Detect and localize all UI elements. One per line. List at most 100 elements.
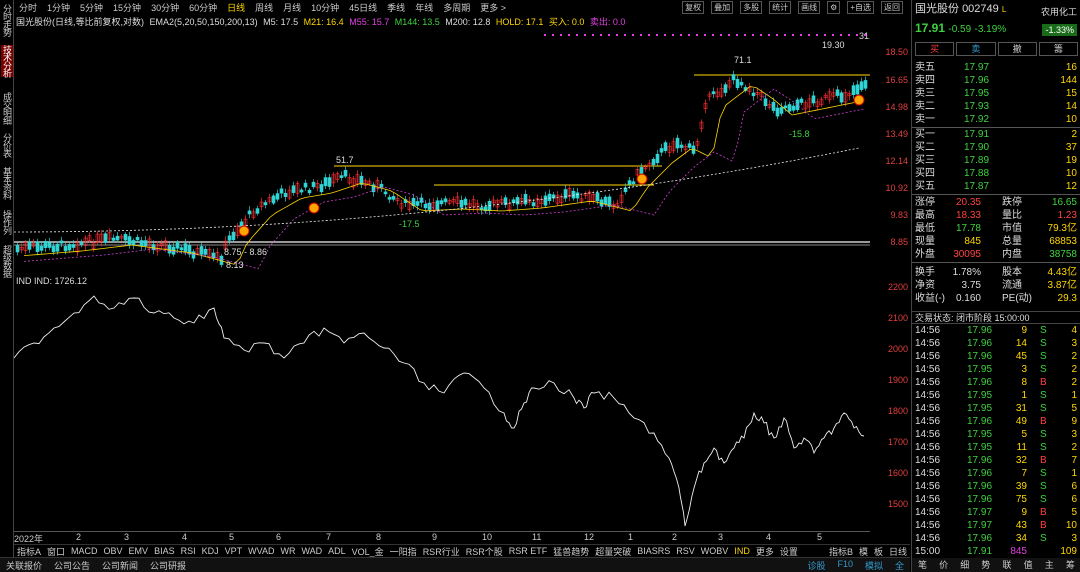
trade-btn-1[interactable]: 卖 bbox=[956, 42, 996, 56]
ind-tab-2[interactable]: MACD bbox=[71, 546, 98, 556]
tool-3[interactable]: 统计 bbox=[769, 1, 792, 14]
period-8[interactable]: 月线 bbox=[283, 1, 301, 14]
ind-tab-24[interactable]: 更多 bbox=[756, 545, 774, 558]
bid-row[interactable]: 买五 17.87 12 bbox=[912, 181, 1080, 193]
news-right-3[interactable]: 全 bbox=[895, 559, 904, 572]
tool-2[interactable]: 多股 bbox=[740, 1, 763, 14]
ind-tab-12[interactable]: ADL bbox=[328, 546, 346, 556]
period-4[interactable]: 30分钟 bbox=[151, 1, 179, 14]
signal-dot bbox=[752, 34, 754, 36]
left-tab-5[interactable]: 操作列 bbox=[1, 210, 13, 234]
panel-tab-1[interactable]: 价 bbox=[933, 558, 954, 572]
ind-tab-9[interactable]: WVAD bbox=[248, 546, 274, 556]
ask-row[interactable]: 卖一 17.92 10 bbox=[912, 114, 1080, 126]
signal-marker[interactable] bbox=[853, 94, 865, 106]
tool-7[interactable]: 返回 bbox=[881, 1, 903, 14]
ind-tab-22[interactable]: WOBV bbox=[701, 546, 729, 556]
news-right-2[interactable]: 模拟 bbox=[865, 559, 883, 572]
bid-row[interactable]: 买一 17.91 2 bbox=[912, 129, 1080, 141]
period-5[interactable]: 60分钟 bbox=[189, 1, 217, 14]
tool-4[interactable]: 画线 bbox=[798, 1, 821, 14]
ind-tab-13[interactable]: VOL_金 bbox=[352, 545, 384, 558]
ind-tab-19[interactable]: 超量突破 bbox=[595, 545, 631, 558]
ind-tab-8[interactable]: VPT bbox=[225, 546, 243, 556]
ind-tab-6[interactable]: RSI bbox=[181, 546, 196, 556]
ind-tab-11[interactable]: WAD bbox=[301, 546, 322, 556]
left-tab-4[interactable]: 基本资料 bbox=[1, 167, 13, 199]
bid-row[interactable]: 买四 17.88 10 bbox=[912, 168, 1080, 180]
tick-row: 14:56 17.95 31 S 5 bbox=[915, 403, 1077, 414]
period-3[interactable]: 15分钟 bbox=[113, 1, 141, 14]
period-2[interactable]: 5分钟 bbox=[80, 1, 103, 14]
tool-5[interactable]: ⚙ bbox=[827, 1, 841, 14]
ind-tab-14[interactable]: 一阳指 bbox=[390, 545, 417, 558]
panel-tab-5[interactable]: 值 bbox=[1018, 558, 1039, 572]
ind-tab-16[interactable]: RSR个股 bbox=[466, 545, 503, 558]
panel-tab-0[interactable]: 笔 bbox=[912, 558, 933, 572]
ind-tab-17[interactable]: RSR ETF bbox=[509, 546, 548, 556]
ask-row[interactable]: 卖三 17.95 15 bbox=[912, 88, 1080, 100]
ind-tab-15[interactable]: RSR行业 bbox=[423, 545, 460, 558]
tool-6[interactable]: +自选 bbox=[847, 1, 874, 14]
panel-tab-7[interactable]: 筹 bbox=[1060, 558, 1080, 572]
ind-tab-5[interactable]: BIAS bbox=[154, 546, 175, 556]
panel-tab-2[interactable]: 细 bbox=[954, 558, 975, 572]
news-right-1[interactable]: F10 bbox=[837, 559, 853, 572]
tool-1[interactable]: 叠加 bbox=[711, 1, 734, 14]
candle bbox=[143, 240, 148, 247]
ind-tab-20[interactable]: BIASRS bbox=[637, 546, 670, 556]
panel-tab-6[interactable]: 主 bbox=[1039, 558, 1060, 572]
period-7[interactable]: 周线 bbox=[255, 1, 273, 14]
trade-btn-2[interactable]: 撤 bbox=[997, 42, 1037, 56]
period-10[interactable]: 45日线 bbox=[349, 1, 377, 14]
panel-tab-4[interactable]: 联 bbox=[997, 558, 1018, 572]
ind-right-0[interactable]: 指标B bbox=[829, 545, 853, 558]
period-9[interactable]: 10分钟 bbox=[311, 1, 339, 14]
trade-btn-3[interactable]: 籌 bbox=[1038, 42, 1078, 56]
left-tab-0[interactable]: 分时走势 bbox=[1, 4, 13, 36]
ind-tab-25[interactable]: 设置 bbox=[780, 545, 798, 558]
period-6[interactable]: 日线 bbox=[227, 1, 245, 14]
signal-marker[interactable] bbox=[636, 173, 648, 185]
period-12[interactable]: 年线 bbox=[415, 1, 433, 14]
ask-row[interactable]: 卖二 17.93 14 bbox=[912, 101, 1080, 113]
period-14[interactable]: 更多 > bbox=[480, 1, 506, 14]
ask-row[interactable]: 卖四 17.96 144 bbox=[912, 75, 1080, 87]
ind-tab-3[interactable]: OBV bbox=[104, 546, 123, 556]
ask-row[interactable]: 卖五 17.97 16 bbox=[912, 62, 1080, 74]
ind-tab-4[interactable]: EMV bbox=[129, 546, 149, 556]
news-right-0[interactable]: 诊股 bbox=[807, 559, 825, 572]
news-tab-2[interactable]: 公司新闻 bbox=[102, 559, 138, 572]
bid-row[interactable]: 买二 17.90 37 bbox=[912, 142, 1080, 154]
tool-0[interactable]: 复权 bbox=[682, 1, 705, 14]
period-0[interactable]: 分时 bbox=[19, 1, 37, 14]
ind-right-1[interactable]: 模 bbox=[859, 545, 868, 558]
period-1[interactable]: 1分钟 bbox=[47, 1, 70, 14]
ind-tab-1[interactable]: 窗口 bbox=[47, 545, 65, 558]
bid-row[interactable]: 买三 17.89 19 bbox=[912, 155, 1080, 167]
ind-tab-10[interactable]: WR bbox=[280, 546, 295, 556]
ind-right-3[interactable]: 日线 bbox=[889, 545, 907, 558]
period-11[interactable]: 季线 bbox=[387, 1, 405, 14]
signal-marker[interactable] bbox=[308, 202, 320, 214]
news-tab-0[interactable]: 关联报价 bbox=[6, 559, 42, 572]
sector-name[interactable]: 农用化工 bbox=[1041, 6, 1077, 18]
ind-tab-0[interactable]: 指标A bbox=[17, 545, 41, 558]
left-tab-1[interactable]: 技术分析 bbox=[1, 45, 13, 77]
period-13[interactable]: 多周期 bbox=[443, 1, 470, 14]
ind-tab-21[interactable]: RSV bbox=[676, 546, 695, 556]
panel-tab-3[interactable]: 势 bbox=[975, 558, 996, 572]
ind-right-2[interactable]: 板 bbox=[874, 545, 883, 558]
signal-marker[interactable] bbox=[238, 225, 250, 237]
news-tab-1[interactable]: 公司公告 bbox=[54, 559, 90, 572]
candlestick-chart[interactable]: 19.30 31. 71.1 51.7 -15.8 -17.5 8.75 - 8.86 8.1… bbox=[14, 27, 870, 270]
left-tab-6[interactable]: 超级数据 bbox=[1, 245, 13, 277]
ind-tab-18[interactable]: 猛兽趋势 bbox=[553, 545, 589, 558]
ind-tab-7[interactable]: KDJ bbox=[202, 546, 219, 556]
news-tab-3[interactable]: 公司研报 bbox=[150, 559, 186, 572]
ind-tab-23[interactable]: IND bbox=[734, 546, 750, 556]
indicator-chart[interactable] bbox=[14, 288, 870, 530]
left-tab-3[interactable]: 分价表 bbox=[1, 133, 13, 157]
left-tab-2[interactable]: 成交明细 bbox=[1, 92, 13, 124]
trade-btn-0[interactable]: 买 bbox=[915, 42, 955, 56]
